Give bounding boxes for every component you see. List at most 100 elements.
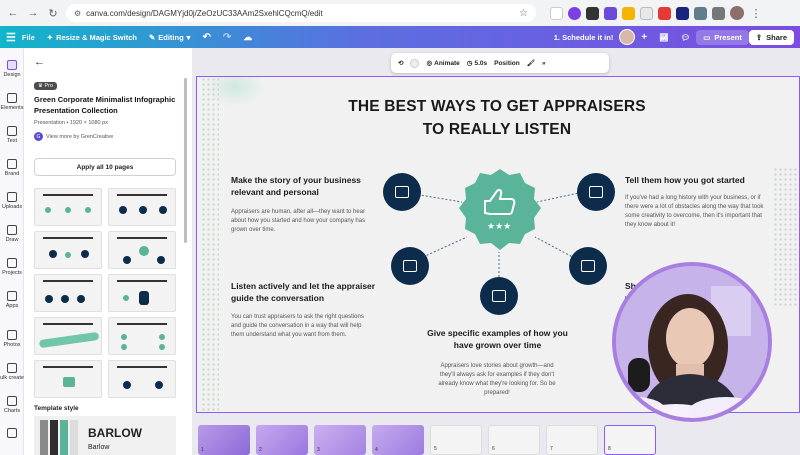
template-page-thumbnail[interactable] — [108, 274, 176, 312]
more-options-icon[interactable]: » — [542, 60, 546, 67]
rail-item-bulk-create[interactable]: ulk create — [0, 363, 24, 381]
thumb-dot — [159, 344, 165, 350]
extension-icon[interactable] — [658, 6, 671, 20]
extensions-puzzle-icon[interactable] — [712, 6, 725, 20]
point-4-body[interactable]: If you've had a long history with your b… — [625, 194, 767, 230]
position-button[interactable]: Position — [494, 60, 520, 67]
page-thumbnail[interactable]: 3 — [314, 425, 366, 455]
duration-button[interactable]: ◷ 5.0s — [467, 59, 487, 68]
template-page-thumbnail[interactable] — [34, 231, 102, 269]
rail-item-uploads[interactable]: Uploads — [0, 192, 24, 210]
extension-icon[interactable] — [622, 6, 635, 20]
template-style-card[interactable]: BARLOW Barlow — [34, 416, 176, 455]
extension-icon[interactable] — [568, 6, 581, 20]
template-page-thumbnail[interactable] — [34, 274, 102, 312]
point-1-heading[interactable]: Make the story of your business relevant… — [231, 174, 371, 198]
apps-icon — [7, 291, 17, 301]
rail-item-charts[interactable]: Charts — [0, 396, 24, 414]
rotate-icon[interactable]: ⟲ — [398, 59, 403, 67]
presentation-icon[interactable] — [577, 173, 615, 211]
template-page-thumbnail[interactable] — [108, 231, 176, 269]
rail-item-apps[interactable]: Apps — [0, 291, 24, 309]
rail-label: Uploads — [1, 204, 23, 210]
share-button[interactable]: ⇪ Share — [748, 29, 794, 45]
browser-menu-icon[interactable]: ⋮ — [749, 6, 763, 20]
page-thumbnail[interactable]: 7 — [546, 425, 598, 455]
site-info-icon[interactable]: ⚙ — [74, 9, 81, 18]
cloud-save-icon[interactable]: ☁ — [237, 32, 258, 43]
template-page-thumbnail[interactable] — [108, 317, 176, 355]
thumbs-up-badge-icon[interactable]: ★★★ — [457, 167, 543, 253]
bookmark-star-icon[interactable]: ☆ — [519, 8, 528, 19]
resize-button[interactable]: ✦ Resize & Magic Switch — [41, 33, 143, 42]
comment-icon[interactable]: 💬︎ — [675, 33, 697, 42]
rail-item-design[interactable]: Design — [0, 60, 24, 78]
apply-all-pages-button[interactable]: Apply all 10 pages — [34, 158, 176, 176]
context-toolbar: ⟲ ◎ Animate ◷ 5.0s Position 🖌︎ » — [391, 53, 609, 73]
rail-item-more[interactable] — [0, 428, 24, 440]
checklist-icon[interactable] — [480, 277, 518, 315]
template-page-thumbnail[interactable] — [108, 188, 176, 226]
page-thumbnail[interactable]: 4 — [372, 425, 424, 455]
undo-button[interactable]: ↶ — [196, 32, 216, 43]
back-arrow-icon[interactable]: ← — [6, 6, 20, 20]
extension-icon[interactable] — [694, 6, 707, 20]
forward-arrow-icon[interactable]: → — [26, 6, 40, 20]
page-number: 2 — [259, 447, 262, 453]
thumb-dot — [121, 334, 127, 340]
editing-mode-button[interactable]: ✎ Editing ▾ — [143, 33, 196, 42]
point-3-heading[interactable]: Give specific examples of how you have g… — [425, 327, 570, 351]
point-4-heading[interactable]: Tell them how you got started — [625, 174, 775, 186]
document-icon[interactable] — [391, 247, 429, 285]
back-arrow-icon[interactable]: ← — [34, 56, 45, 68]
menu-icon[interactable]: ☰ — [0, 31, 16, 44]
template-page-thumbnail[interactable] — [34, 188, 102, 226]
extension-icon[interactable] — [604, 6, 617, 20]
animate-button[interactable]: ◎ Animate — [426, 59, 459, 68]
page-thumbnail[interactable]: 2 — [256, 425, 308, 455]
panel-scrollbar[interactable] — [184, 78, 187, 243]
page-number: 3 — [317, 447, 320, 453]
page-number: 6 — [492, 446, 495, 452]
rail-item-text[interactable]: Text — [0, 126, 24, 144]
rail-item-brand[interactable]: Brand — [0, 159, 24, 177]
template-page-thumbnail[interactable] — [34, 317, 102, 355]
svg-text:★★★: ★★★ — [487, 222, 511, 232]
paint-format-icon[interactable]: 🖌︎ — [527, 59, 535, 67]
point-2-body[interactable]: You can trust appraisers to ask the righ… — [231, 313, 371, 340]
chat-bubble-icon[interactable] — [383, 173, 421, 211]
template-author[interactable]: G View more by GrenCreative — [34, 132, 113, 141]
point-3-body[interactable]: Appraisers love stories about growth—and… — [433, 362, 561, 398]
page-thumbnail[interactable]: 5 — [430, 425, 482, 455]
background-color-swatch[interactable] — [410, 58, 420, 68]
page-thumbnail[interactable]: 6 — [488, 425, 540, 455]
template-page-thumbnail[interactable] — [34, 360, 102, 398]
point-2-heading[interactable]: Listen actively and let the appraiser gu… — [231, 280, 376, 304]
point-1-body[interactable]: Appraisers are human, after all—they wan… — [231, 208, 371, 235]
file-menu[interactable]: File — [16, 33, 41, 42]
address-bar[interactable]: ⚙ canva.com/design/DAGMYjd0j/ZeOzUC33AAm… — [66, 4, 536, 22]
page-number: 1 — [201, 447, 204, 453]
sparkle-icon: ✦ — [46, 32, 54, 42]
page-number: 4 — [375, 447, 378, 453]
redo-button[interactable]: ↷ — [217, 32, 237, 43]
rail-item-elements[interactable]: Elements — [0, 93, 24, 111]
extension-icon[interactable] — [676, 6, 689, 20]
exchange-icon[interactable] — [569, 247, 607, 285]
rail-item-draw[interactable]: Draw — [0, 225, 24, 243]
rail-item-photos[interactable]: Photos — [0, 330, 24, 348]
template-page-thumbnail[interactable] — [108, 360, 176, 398]
page-thumbnail-active[interactable]: 8 — [604, 425, 656, 455]
collaborator-avatar[interactable] — [619, 29, 636, 45]
page-thumbnail[interactable]: 1 — [198, 425, 250, 455]
present-button[interactable]: ▭ Present — [696, 29, 749, 45]
profile-avatar[interactable] — [730, 6, 744, 20]
design-title[interactable]: 1. Schedule it in! — [548, 33, 620, 42]
insights-icon[interactable]: 📈︎ — [653, 33, 675, 42]
extension-icon[interactable] — [586, 6, 599, 20]
extension-icon[interactable] — [550, 6, 563, 20]
add-collaborator-icon[interactable]: + — [635, 32, 653, 43]
extension-icon[interactable] — [640, 6, 653, 20]
reload-icon[interactable]: ↻ — [46, 6, 60, 20]
rail-item-projects[interactable]: Projects — [0, 258, 24, 276]
